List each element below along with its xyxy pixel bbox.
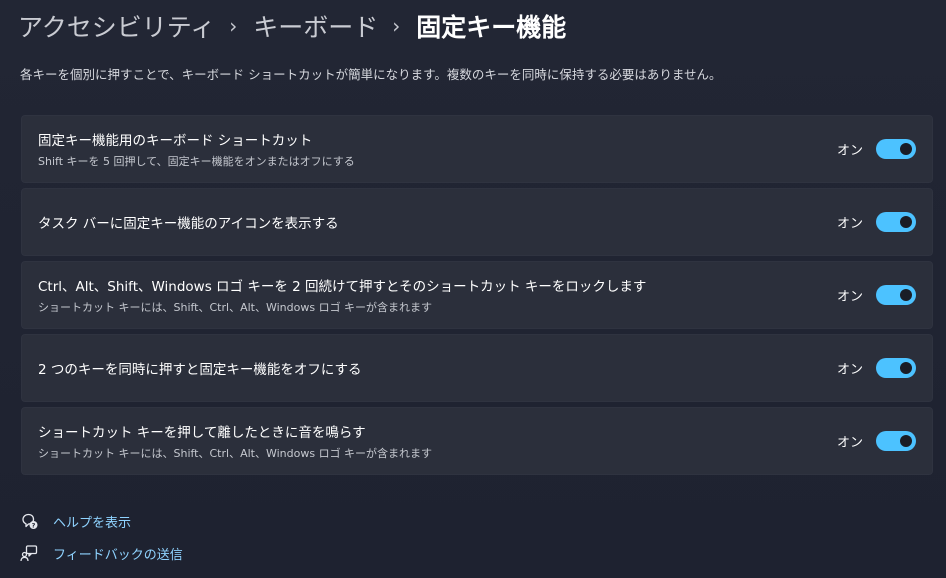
- setting-title: 固定キー機能用のキーボード ショートカット: [38, 133, 313, 149]
- setting-title: タスク バーに固定キー機能のアイコンを表示する: [38, 216, 339, 232]
- toggle-switch[interactable]: [876, 431, 916, 451]
- toggle-knob: [900, 362, 912, 374]
- help-icon: ?: [20, 512, 38, 530]
- setting-subtitle: ショートカット キーには、Shift、Ctrl、Alt、Windows ロゴ キ…: [38, 447, 433, 460]
- setting-card-taskbar-icon: タスク バーに固定キー機能のアイコンを表示する オン: [21, 188, 933, 256]
- setting-title: Ctrl、Alt、Shift、Windows ロゴ キーを 2 回続けて押すとそ…: [38, 279, 647, 295]
- toggle-switch[interactable]: [876, 139, 916, 159]
- breadcrumb-separator: ›: [392, 14, 401, 38]
- setting-title: 2 つのキーを同時に押すと固定キー機能をオフにする: [38, 362, 362, 378]
- toggle-state-label: オン: [836, 143, 863, 159]
- setting-subtitle: ショートカット キーには、Shift、Ctrl、Alt、Windows ロゴ キ…: [38, 301, 433, 314]
- settings-list: 固定キー機能用のキーボード ショートカット Shift キーを 5 回押して、固…: [21, 115, 933, 480]
- breadcrumb: アクセシビリティ › キーボード › 固定キー機能: [18, 6, 566, 46]
- breadcrumb-keyboard[interactable]: キーボード: [253, 8, 378, 44]
- related-links: ? ヘルプを表示 フィードバックの送信: [20, 505, 183, 569]
- toggle-switch[interactable]: [876, 212, 916, 232]
- setting-card-turn-off-two-keys: 2 つのキーを同時に押すと固定キー機能をオフにする オン: [21, 334, 933, 402]
- toggle-knob: [900, 435, 912, 447]
- setting-card-lock-modifiers: Ctrl、Alt、Shift、Windows ロゴ キーを 2 回続けて押すとそ…: [21, 261, 933, 329]
- toggle-switch[interactable]: [876, 358, 916, 378]
- setting-card-play-sound: ショートカット キーを押して離したときに音を鳴らす ショートカット キーには、S…: [21, 407, 933, 475]
- breadcrumb-separator: ›: [229, 14, 238, 38]
- toggle-state-label: オン: [836, 362, 863, 378]
- page-title: 固定キー機能: [416, 13, 567, 42]
- toggle-knob: [900, 216, 912, 228]
- feedback-link[interactable]: フィードバックの送信: [20, 537, 183, 569]
- toggle-switch[interactable]: [876, 285, 916, 305]
- breadcrumb-accessibility[interactable]: アクセシビリティ: [18, 8, 215, 44]
- toggle-state-label: オン: [836, 435, 863, 451]
- help-link[interactable]: ? ヘルプを表示: [20, 505, 183, 537]
- svg-text:?: ?: [32, 521, 36, 529]
- setting-title: ショートカット キーを押して離したときに音を鳴らす: [38, 425, 366, 441]
- toggle-state-label: オン: [836, 216, 863, 232]
- feedback-icon: [20, 544, 38, 562]
- toggle-state-label: オン: [836, 289, 863, 305]
- toggle-knob: [900, 143, 912, 155]
- help-link-label: ヘルプを表示: [53, 515, 132, 531]
- feedback-link-label: フィードバックの送信: [53, 547, 183, 563]
- toggle-knob: [900, 289, 912, 301]
- setting-card-keyboard-shortcut: 固定キー機能用のキーボード ショートカット Shift キーを 5 回押して、固…: [21, 115, 933, 183]
- setting-subtitle: Shift キーを 5 回押して、固定キー機能をオンまたはオフにする: [38, 155, 355, 168]
- page-description: 各キーを個別に押すことで、キーボード ショートカットが簡単になります。複数のキー…: [20, 67, 722, 82]
